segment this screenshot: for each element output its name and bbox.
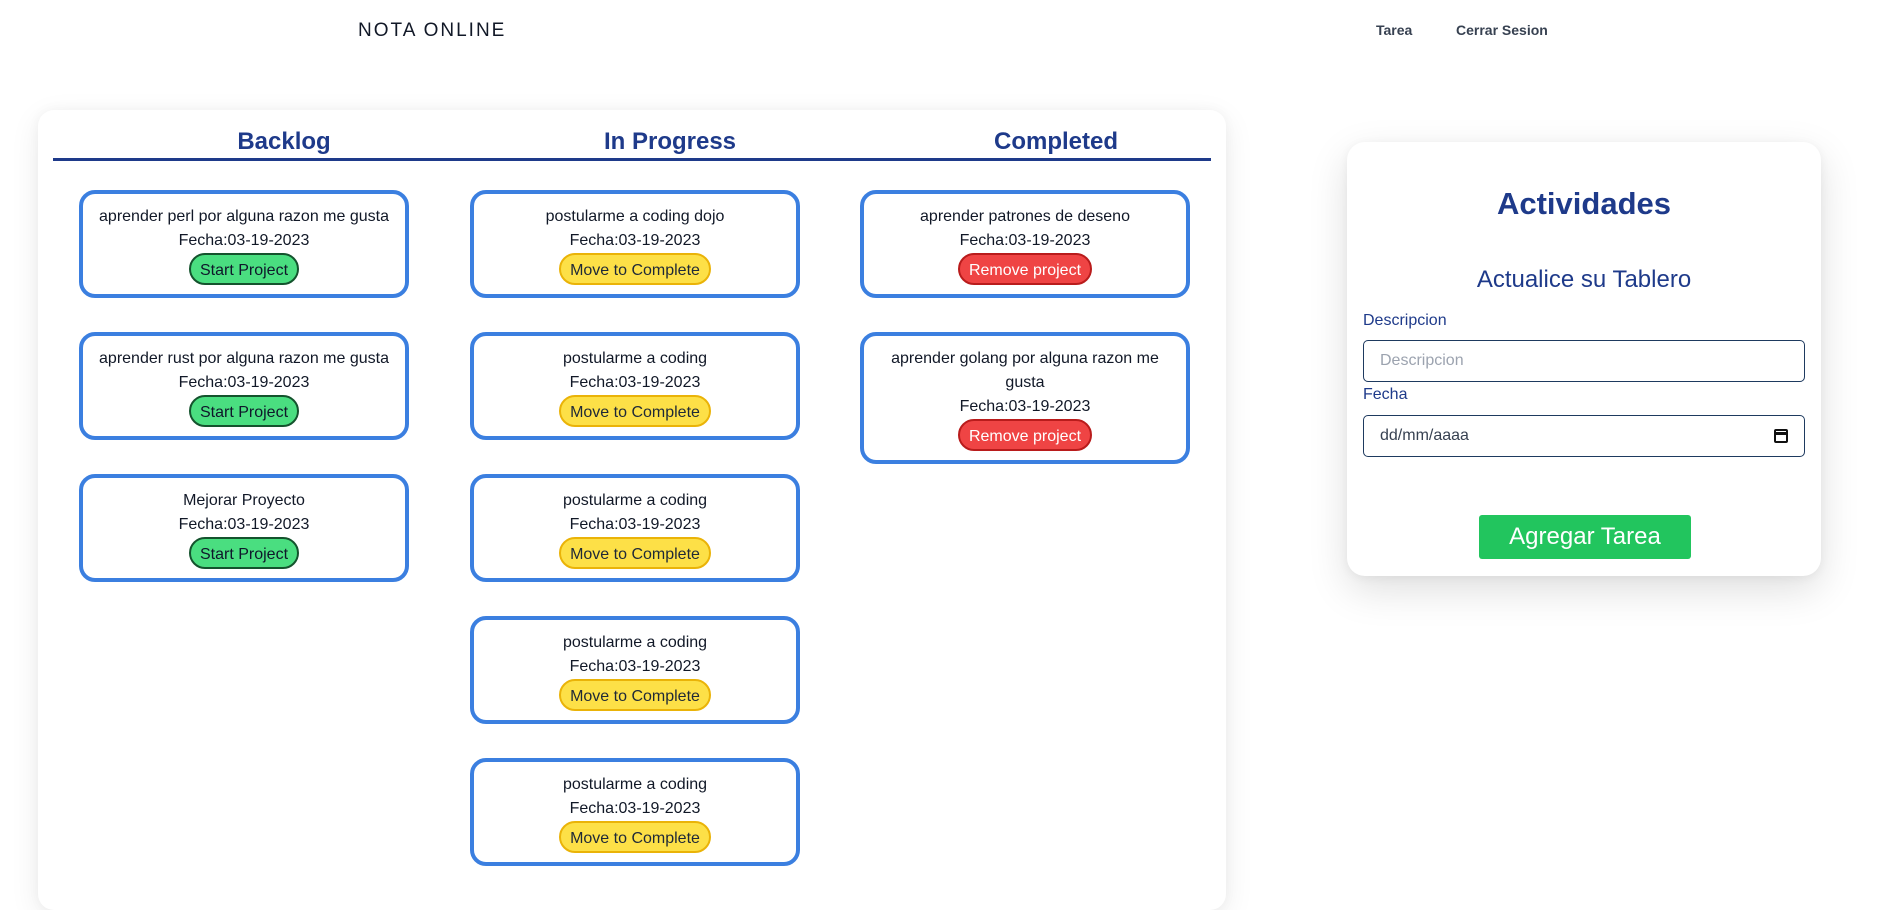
task-card: aprender golang por alguna razon me gust…: [860, 332, 1190, 464]
task-text: aprender patrones de deseno: [920, 208, 1130, 225]
task-card: Mejorar Proyecto Fecha:03-19-2023 Start …: [79, 474, 409, 582]
task-date: Fecha:03-19-2023: [959, 232, 1091, 249]
task-date: Fecha:03-19-2023: [569, 658, 701, 675]
task-text: postularme a coding: [562, 634, 708, 651]
task-date: Fecha:03-19-2023: [569, 374, 701, 391]
agregar-tarea-button[interactable]: Agregar Tarea: [1479, 515, 1691, 559]
task-text: Mejorar Proyecto: [183, 492, 305, 509]
task-date: Fecha:03-19-2023: [178, 374, 310, 391]
nav-link-tarea[interactable]: Tarea: [1376, 22, 1412, 38]
task-card: postularme a coding Fecha:03-19-2023 Mov…: [470, 332, 800, 440]
task-text: postularme a coding: [562, 350, 708, 367]
descripcion-label: Descripcion: [1363, 312, 1447, 329]
task-text: aprender perl por alguna razon me gusta: [99, 208, 389, 225]
start-project-button[interactable]: Start Project: [188, 395, 300, 427]
task-card: aprender perl por alguna razon me gusta …: [79, 190, 409, 298]
move-to-complete-button[interactable]: Move to Complete: [559, 395, 711, 427]
remove-project-button[interactable]: Remove project: [957, 253, 1093, 285]
brand-logo[interactable]: NOTA ONLINE: [358, 20, 506, 42]
task-date: Fecha:03-19-2023: [569, 800, 701, 817]
task-text: postularme a coding dojo: [545, 208, 725, 225]
kanban-board: Backlog In Progress Completed aprender p…: [38, 110, 1226, 910]
task-card: postularme a coding Fecha:03-19-2023 Mov…: [470, 758, 800, 866]
task-card: aprender rust por alguna razon me gusta …: [79, 332, 409, 440]
task-date: Fecha:03-19-2023: [178, 232, 310, 249]
start-project-button[interactable]: Start Project: [188, 537, 300, 569]
task-date: Fecha:03-19-2023: [959, 398, 1091, 415]
task-text: aprender rust por alguna razon me gusta: [99, 350, 389, 367]
header-divider: [53, 158, 1211, 161]
fecha-label: Fecha: [1363, 386, 1408, 403]
fecha-date-input[interactable]: dd/mm/aaaa: [1363, 415, 1805, 457]
move-to-complete-button[interactable]: Move to Complete: [559, 679, 711, 711]
top-nav: NOTA ONLINE Tarea Cerrar Sesion: [0, 0, 1896, 62]
calendar-icon[interactable]: [1774, 429, 1788, 443]
task-date: Fecha:03-19-2023: [569, 516, 701, 533]
task-card: aprender patrones de deseno Fecha:03-19-…: [860, 190, 1190, 298]
task-card: postularme a coding Fecha:03-19-2023 Mov…: [470, 474, 800, 582]
column-title-in-progress: In Progress: [603, 128, 737, 155]
task-date: Fecha:03-19-2023: [569, 232, 701, 249]
nav-link-cerrar-sesion[interactable]: Cerrar Sesion: [1456, 22, 1548, 38]
fecha-placeholder: dd/mm/aaaa: [1380, 427, 1469, 444]
task-card: postularme a coding dojo Fecha:03-19-202…: [470, 190, 800, 298]
descripcion-input[interactable]: [1363, 340, 1805, 382]
move-to-complete-button[interactable]: Move to Complete: [559, 253, 711, 285]
task-card: postularme a coding Fecha:03-19-2023 Mov…: [470, 616, 800, 724]
task-text: aprender golang por alguna razon me gust…: [891, 350, 1159, 391]
column-title-completed: Completed: [993, 128, 1118, 155]
task-date: Fecha:03-19-2023: [178, 516, 310, 533]
form-title: Actividades: [1496, 186, 1671, 221]
column-title-backlog: Backlog: [237, 128, 331, 155]
form-subtitle: Actualice su Tablero: [1476, 266, 1692, 293]
task-text: postularme a coding: [562, 776, 708, 793]
move-to-complete-button[interactable]: Move to Complete: [559, 821, 711, 853]
task-text: postularme a coding: [562, 492, 708, 509]
remove-project-button[interactable]: Remove project: [957, 419, 1093, 451]
activity-form-panel: Actividades Actualice su Tablero Descrip…: [1347, 142, 1821, 576]
start-project-button[interactable]: Start Project: [188, 253, 300, 285]
move-to-complete-button[interactable]: Move to Complete: [559, 537, 711, 569]
